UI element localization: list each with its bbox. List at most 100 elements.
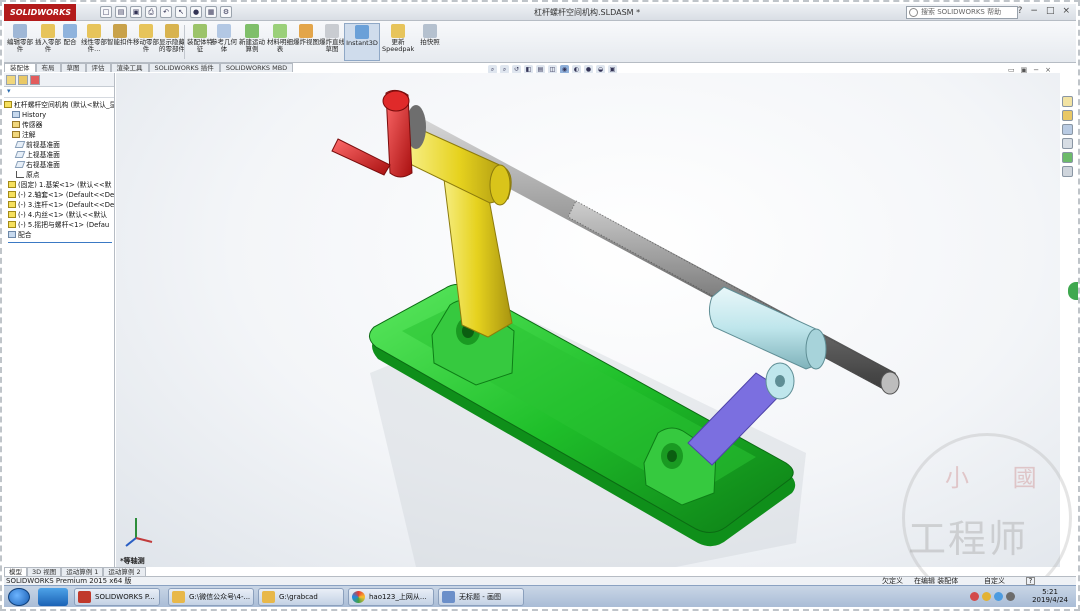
tree-item-part[interactable]: (固定) 1.基架<1> (默认<<默 [4,180,114,190]
status-help-button[interactable]: ? [1026,577,1035,585]
file-explorer-icon[interactable] [1062,124,1073,135]
taskbar-item-folder[interactable]: G:\微信公众号\4-... [168,588,254,606]
help-icon[interactable]: ? [1018,6,1023,16]
start-button[interactable] [8,588,30,606]
configuration-manager-tab-icon[interactable] [30,75,40,85]
rollback-bar[interactable] [8,242,112,243]
design-library-icon[interactable] [1062,110,1073,121]
tab-render-tools[interactable]: 渲染工具 [110,63,149,72]
maximize-button[interactable]: □ [1046,6,1055,16]
tree-item-history[interactable]: History [4,110,114,120]
custom-properties-icon[interactable] [1062,166,1073,177]
tree-item-annotations[interactable]: 注解 [4,130,114,140]
instant3d-button[interactable]: Instant3D [344,23,380,61]
view-palette-icon[interactable] [1062,138,1073,149]
bom-button[interactable]: 材料明细表 [266,23,294,61]
part-icon [8,221,16,228]
volume-icon[interactable] [1006,592,1015,601]
windows-taskbar: SOLIDWORKS P... G:\微信公众号\4-... G:\grabca… [4,585,1076,607]
part-icon [8,211,16,218]
exploded-view-icon [299,24,313,38]
options-icon[interactable]: ⚙ [220,6,232,18]
tab-layout[interactable]: 布局 [35,63,61,72]
show-hidden-button[interactable]: 显示隐藏的零部件 [158,23,186,61]
tree-item-part[interactable]: (-) 3.连杆<1> (Default<<De [4,200,114,210]
folder-icon [172,591,185,603]
show-hidden-icon [165,24,179,38]
tree-root[interactable]: 杠杆螺杆空间机构 (默认<默认_显 [4,100,114,110]
plane-icon [14,161,26,168]
speedpak-button[interactable]: 更新Speedpak [382,23,414,61]
taskbar-item-browser[interactable]: hao123_上网从... [348,588,434,606]
tab-addins[interactable]: SOLIDWORKS 插件 [148,63,220,72]
file-properties-icon[interactable]: ▦ [205,6,217,18]
tree-item-front-plane[interactable]: 前视基准面 [4,140,114,150]
pinned-app-icon[interactable] [38,588,68,606]
window-controls: ? − □ × [1018,6,1070,16]
filter-icon[interactable]: ▾ [4,87,114,98]
tray-app-icon[interactable] [982,592,991,601]
taskbar-item-solidworks[interactable]: SOLIDWORKS P... [74,588,160,606]
taskbar-item-folder[interactable]: G:\grabcad [258,588,344,606]
close-button[interactable]: × [1062,6,1070,16]
solidworks-logo[interactable]: SOLIDWORKS [4,4,76,21]
exploded-view-button[interactable]: 爆炸视图 [292,23,320,61]
print-icon[interactable]: ⎙ [145,6,157,18]
resources-icon[interactable] [1062,96,1073,107]
side-expand-tab[interactable] [1068,282,1078,300]
tray-app-icon[interactable] [970,592,979,601]
tree-item-part[interactable]: (-) 2.轴套<1> (Default<<De [4,190,114,200]
mate-icon [63,24,77,38]
new-document-icon[interactable]: □ [100,6,112,18]
open-folder-icon[interactable]: ▤ [115,6,127,18]
ribbon-separator [184,25,185,59]
linear-pattern-button[interactable]: 线性零部件... [80,23,108,61]
speedpak-icon [391,24,405,38]
tab-mbd[interactable]: SOLIDWORKS MBD [219,63,294,72]
tab-sketch[interactable]: 草图 [60,63,86,72]
undo-icon[interactable]: ↶ [160,6,172,18]
move-component-button[interactable]: 移动零部件 [132,23,160,61]
smart-fasteners-icon [113,24,127,38]
reference-geometry-icon [217,24,231,38]
system-tray-icons [970,592,1015,601]
move-component-icon [139,24,153,38]
tree-item-origin[interactable]: 原点 [4,170,114,180]
quick-access-toolbar: □ ▤ ▣ ⎙ ↶ ↖ ● ▦ ⚙ [100,6,232,18]
property-manager-tab-icon[interactable] [18,75,28,85]
watermark-main-text: 工程师 [908,517,1029,561]
title-bar: SOLIDWORKS □ ▤ ▣ ⎙ ↶ ↖ ● ▦ ⚙ 杠杆螺杆空间机构.SL… [4,4,1076,21]
tree-item-top-plane[interactable]: 上视基准面 [4,150,114,160]
search-icon [909,8,918,17]
tree-item-part[interactable]: (-) 5.摇把与螺杆<1> (Defau [4,220,114,230]
feature-manager-tab-icon[interactable] [6,75,16,85]
plane-icon [14,141,26,148]
edit-component-button[interactable]: 编辑零部件 [6,23,34,61]
tree-item-mates[interactable]: 配合 [4,230,114,240]
minimize-button[interactable]: − [1030,6,1038,16]
explode-line-sketch-button[interactable]: 爆炸直线草图 [318,23,346,61]
reference-geometry-button[interactable]: 参考几何体 [210,23,238,61]
shaft-end [880,371,900,395]
command-manager-ribbon: 编辑零部件 插入零部件 配合 线性零部件... 智能扣件 移动零部件 显示隐藏的… [4,21,1076,63]
smart-fasteners-button[interactable]: 智能扣件 [106,23,134,61]
assembly-icon [4,101,12,108]
motion-study-button[interactable]: 新建运动算例 [238,23,266,61]
tree-item-right-plane[interactable]: 右视基准面 [4,160,114,170]
tab-assembly[interactable]: 装配体 [4,63,36,72]
insert-component-icon [41,24,55,38]
snapshot-button[interactable]: 拍快照 [416,23,444,61]
appearances-icon[interactable] [1062,152,1073,163]
network-icon[interactable] [994,592,1003,601]
clock-date: 2019/4/24 [1032,596,1068,604]
taskbar-item-paint[interactable]: 无标题 - 画图 [438,588,524,606]
clock-time: 5:21 [1042,588,1058,596]
tree-item-sensors[interactable]: 传感器 [4,120,114,130]
select-icon[interactable]: ↖ [175,6,187,18]
save-icon[interactable]: ▣ [130,6,142,18]
tab-evaluate[interactable]: 评估 [85,63,111,72]
help-search-input[interactable]: 搜索 SOLIDWORKS 帮助 [906,6,1018,19]
system-clock[interactable]: 5:21 2019/4/24 [1032,588,1068,604]
tree-item-part[interactable]: (-) 4.内丝<1> (默认<<默认 [4,210,114,220]
rebuild-icon[interactable]: ● [190,6,202,18]
